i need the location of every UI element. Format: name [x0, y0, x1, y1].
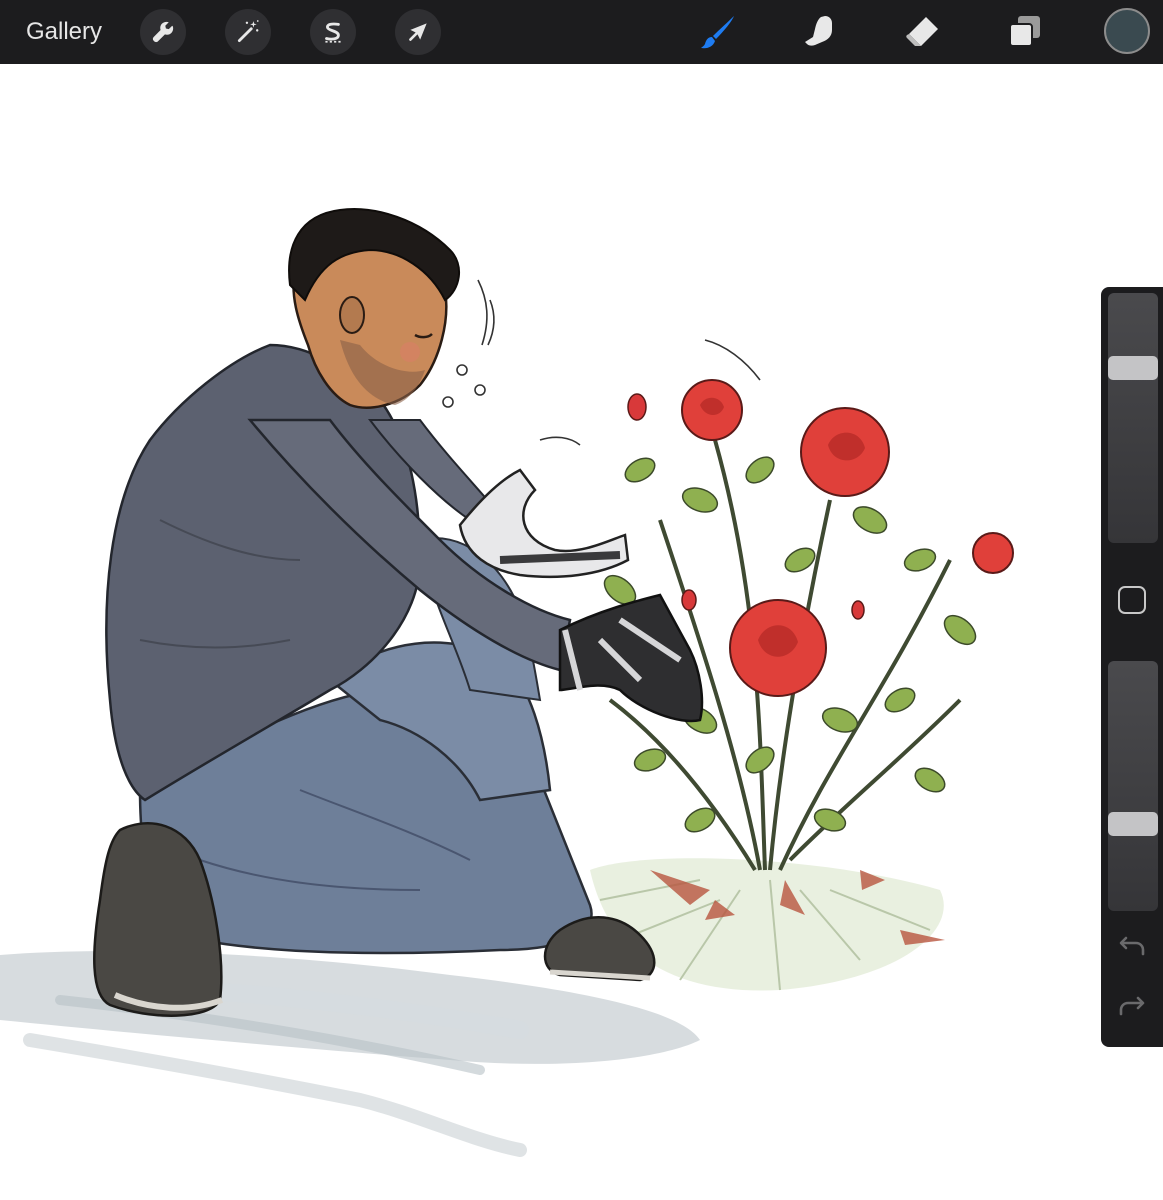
layers-button[interactable]	[1005, 12, 1045, 52]
eraser-icon	[906, 17, 938, 46]
drawing-canvas[interactable]	[0, 64, 1163, 1200]
brush-tool-button[interactable]	[698, 12, 738, 52]
brush-size-slider-handle[interactable]	[1108, 356, 1158, 380]
smudge-finger-icon	[805, 16, 832, 46]
adjustments-button[interactable]	[225, 9, 271, 55]
smudge-tool-button[interactable]	[800, 12, 840, 52]
layers-icon	[1009, 16, 1040, 47]
selection-s-icon	[325, 22, 341, 43]
redo-button[interactable]	[1116, 990, 1148, 1022]
rose	[681, 379, 743, 441]
eraser-tool-button[interactable]	[902, 12, 942, 52]
gallery-button[interactable]: Gallery	[26, 17, 102, 47]
actions-button[interactable]	[140, 9, 186, 55]
brush-size-slider[interactable]	[1108, 293, 1158, 543]
undo-button[interactable]	[1116, 930, 1148, 962]
opacity-slider[interactable]	[1108, 661, 1158, 911]
rose	[800, 407, 890, 497]
wrench-icon	[152, 21, 174, 43]
rose	[972, 532, 1014, 574]
artwork	[0, 208, 1014, 1157]
magic-wand-icon	[237, 20, 259, 43]
undo-icon	[1119, 936, 1145, 956]
brush-icon	[701, 16, 734, 49]
opacity-slider-handle[interactable]	[1108, 812, 1158, 836]
redo-icon	[1119, 996, 1145, 1016]
selection-button[interactable]	[310, 9, 356, 55]
transform-button[interactable]	[395, 9, 441, 55]
modify-button[interactable]	[1118, 586, 1146, 614]
color-picker-button[interactable]	[1104, 8, 1150, 54]
arrow-cursor-icon	[409, 23, 427, 41]
rose	[729, 599, 827, 697]
side-panel	[1101, 287, 1163, 1047]
top-toolbar: Gallery	[0, 0, 1163, 64]
